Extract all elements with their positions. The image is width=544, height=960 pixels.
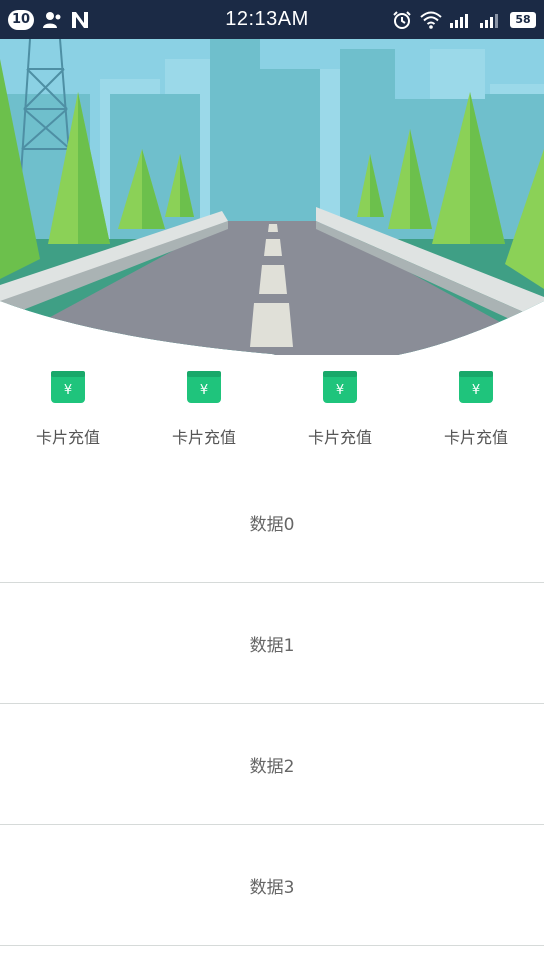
n-app-icon: [70, 11, 90, 29]
signal-icon: [450, 12, 472, 28]
card-recharge-icon: ¥: [187, 371, 221, 403]
card-recharge-icon: ¥: [323, 371, 357, 403]
quick-action-card-recharge[interactable]: ¥ 卡片充值: [136, 355, 272, 465]
quick-action-grid: ¥ 卡片充值 ¥ 卡片充值 ¥ 卡片充值 ¥ 卡片充值: [0, 355, 544, 465]
card-recharge-icon: ¥: [51, 371, 85, 403]
notification-count-badge: 10: [8, 9, 34, 30]
list-item[interactable]: 数据2: [0, 704, 544, 825]
signal-icon: [480, 12, 502, 28]
list-item-label: 数据0: [249, 514, 295, 535]
list-item-label: 数据1: [249, 635, 295, 656]
list-item[interactable]: 数据0: [0, 462, 544, 583]
quick-action-card-recharge[interactable]: ¥ 卡片充值: [0, 355, 136, 465]
quick-action-label: 卡片充值: [443, 428, 508, 447]
svg-text:¥: ¥: [336, 383, 344, 398]
quick-action-card-recharge[interactable]: ¥ 卡片充值: [408, 355, 544, 465]
quick-action-card-recharge[interactable]: ¥ 卡片充值: [272, 355, 408, 465]
quick-action-label: 卡片充值: [35, 428, 100, 447]
status-time: 12:13AM: [225, 8, 309, 30]
list-item-label: 数据3: [249, 877, 295, 898]
wifi-icon: [420, 11, 442, 29]
list-item[interactable]: 数据3: [0, 825, 544, 946]
card-recharge-icon: ¥: [459, 371, 493, 403]
battery-indicator: 58: [510, 11, 536, 28]
banner-image: [0, 39, 544, 355]
person-icon: [42, 11, 62, 29]
status-bar-right: 58: [356, 10, 536, 30]
quick-action-label: 卡片充值: [171, 428, 236, 447]
quick-action-label: 卡片充值: [307, 428, 372, 447]
status-bar: 10 12:13AM 58: [0, 0, 544, 39]
svg-text:¥: ¥: [200, 383, 208, 398]
svg-text:¥: ¥: [472, 383, 480, 398]
svg-text:¥: ¥: [64, 383, 72, 398]
list-item-label: 数据2: [249, 756, 295, 777]
alarm-icon: [392, 10, 412, 30]
list-item[interactable]: 数据1: [0, 583, 544, 704]
data-list: 数据0 数据1 数据2 数据3: [0, 462, 544, 946]
